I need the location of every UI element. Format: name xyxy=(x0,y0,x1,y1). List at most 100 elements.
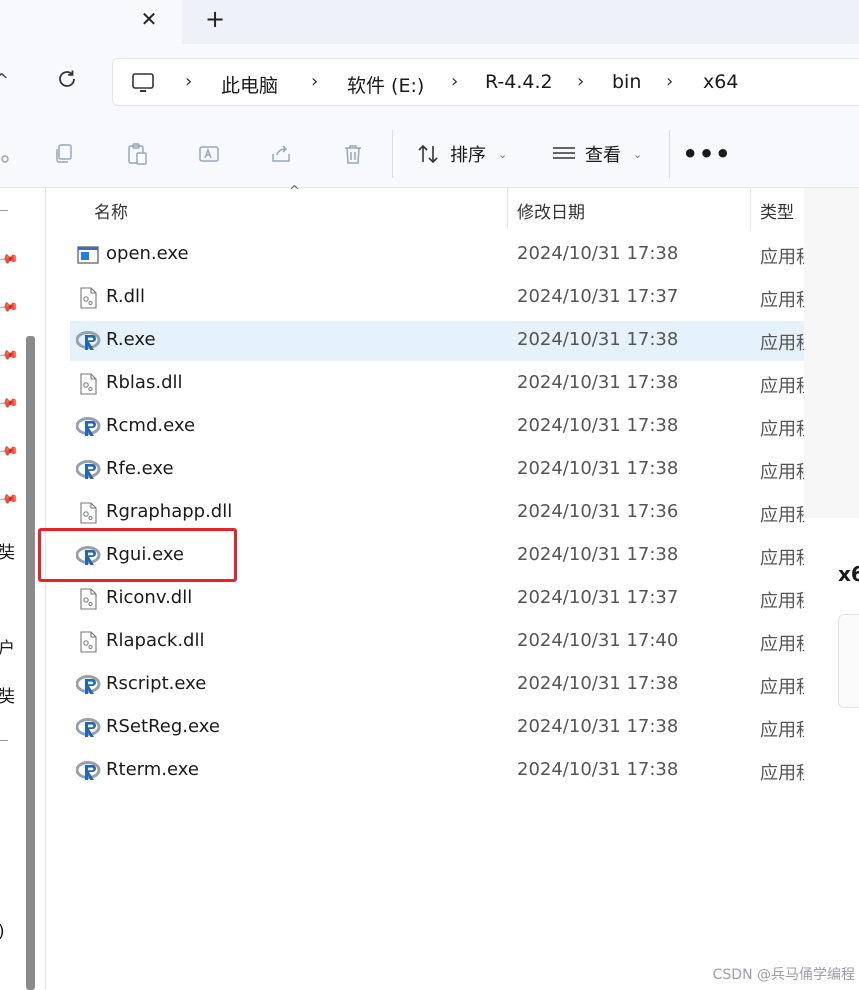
dll-icon xyxy=(76,630,100,654)
sort-button[interactable]: 排序 ⌄ xyxy=(416,138,507,170)
pin-icon: 📌 xyxy=(0,392,20,415)
breadcrumb-x64[interactable]: x64 xyxy=(703,71,738,93)
details-pane-background xyxy=(804,188,859,518)
r-logo-icon xyxy=(75,329,101,353)
watermark: CSDN @兵马俑学编程 xyxy=(712,967,855,983)
new-tab-icon[interactable]: + xyxy=(202,5,228,33)
sort-label: 排序 xyxy=(450,145,486,166)
file-name: Rgraphapp.dll xyxy=(106,501,233,522)
r-logo-icon xyxy=(75,716,101,740)
file-type: 应用程序 xyxy=(760,333,804,354)
file-name: RSetReg.exe xyxy=(106,716,220,737)
file-modified-date: 2024/10/31 17:38 xyxy=(517,759,679,780)
view-label: 查看 xyxy=(585,145,621,166)
file-row[interactable]: open.exe 2024/10/31 17:38 应用程序 xyxy=(70,235,804,275)
dll-icon xyxy=(76,501,100,525)
breadcrumb-this-pc[interactable]: 此电脑 xyxy=(221,71,278,98)
file-name: Riconv.dll xyxy=(106,587,193,608)
file-row[interactable]: Riconv.dll 2024/10/31 17:37 应用程序 xyxy=(70,579,804,619)
cut-icon[interactable] xyxy=(0,140,16,168)
file-modified-date: 2024/10/31 17:37 xyxy=(517,587,679,608)
exe-window-icon xyxy=(76,243,100,267)
file-modified-date: 2024/10/31 17:38 xyxy=(517,673,679,694)
breadcrumb-drive-e[interactable]: 软件 (E:) xyxy=(347,71,424,98)
file-row[interactable]: R.exe 2024/10/31 17:38 应用程序 xyxy=(70,321,804,361)
file-name: R.exe xyxy=(106,329,156,350)
breadcrumb-separator[interactable]: › xyxy=(185,71,192,92)
file-modified-date: 2024/10/31 17:38 xyxy=(517,372,679,393)
column-header-modified[interactable]: 修改日期 xyxy=(517,198,585,240)
paste-icon[interactable] xyxy=(123,140,151,168)
file-type: 应用程序 xyxy=(760,462,804,483)
file-type: 应用程序 xyxy=(760,634,804,655)
close-tab-icon[interactable]: ✕ xyxy=(136,6,162,32)
file-row[interactable]: Rlapack.dll 2024/10/31 17:40 应用程序 xyxy=(70,622,804,662)
breadcrumb-r-folder[interactable]: R-4.4.2 xyxy=(485,71,553,93)
share-icon[interactable] xyxy=(267,140,295,168)
column-divider[interactable] xyxy=(750,188,751,230)
file-type: 应用程序 xyxy=(760,720,804,741)
file-name: Rlapack.dll xyxy=(106,630,205,651)
view-button[interactable]: 查看 ⌄ xyxy=(551,138,642,170)
r-logo-icon xyxy=(75,673,101,697)
refresh-icon[interactable] xyxy=(52,64,82,94)
breadcrumb-bin[interactable]: bin xyxy=(612,71,641,93)
file-type: 应用程序 xyxy=(760,591,804,612)
file-type: 应用程序 xyxy=(760,376,804,397)
file-name: Rblas.dll xyxy=(106,372,183,393)
nav-item-fragment[interactable]: 奘 xyxy=(0,538,15,563)
pin-icon: 📌 xyxy=(0,488,20,511)
nav-scrollbar[interactable] xyxy=(26,336,35,990)
active-tab[interactable]: ✕ xyxy=(0,0,182,44)
navigation-pane: 📌 📌 📌 📌 📌 📌 奘 户 奘 ) xyxy=(0,188,46,990)
sort-icon xyxy=(418,144,438,164)
nav-divider xyxy=(0,740,8,741)
more-options-button[interactable]: ••• xyxy=(682,140,730,168)
file-row[interactable]: Rterm.exe 2024/10/31 17:38 应用程序 xyxy=(70,751,804,791)
pin-icon: 📌 xyxy=(0,248,20,271)
file-modified-date: 2024/10/31 17:40 xyxy=(517,630,679,651)
file-type: 应用程序 xyxy=(760,505,804,526)
file-modified-date: 2024/10/31 17:36 xyxy=(517,501,679,522)
dll-icon xyxy=(76,587,100,611)
file-modified-date: 2024/10/31 17:38 xyxy=(517,329,679,350)
file-row[interactable]: Rcmd.exe 2024/10/31 17:38 应用程序 xyxy=(70,407,804,447)
file-name: Rfe.exe xyxy=(106,458,174,479)
file-row[interactable]: Rblas.dll 2024/10/31 17:38 应用程序 xyxy=(70,364,804,404)
column-divider[interactable] xyxy=(507,188,508,230)
nav-item-fragment[interactable]: 户 xyxy=(0,634,15,659)
column-header-name[interactable]: 名称 xyxy=(94,198,128,240)
rename-icon[interactable] xyxy=(195,140,223,168)
file-type: 应用程序 xyxy=(760,290,804,311)
up-arrow-icon[interactable]: ^ xyxy=(0,70,9,91)
file-row[interactable]: RSetReg.exe 2024/10/31 17:38 应用程序 xyxy=(70,708,804,748)
nav-item-fragment[interactable]: 奘 xyxy=(0,682,15,707)
address-bar[interactable]: › 此电脑 › 软件 (E:) › R-4.4.2 › bin › x64 xyxy=(112,58,859,106)
nav-item-fragment[interactable]: ) xyxy=(0,922,5,942)
this-pc-icon xyxy=(131,71,155,99)
toolbar-divider xyxy=(669,130,670,178)
file-name: R.dll xyxy=(106,286,146,307)
file-modified-date: 2024/10/31 17:38 xyxy=(517,243,679,264)
r-logo-icon xyxy=(75,458,101,482)
delete-icon[interactable] xyxy=(339,140,367,168)
file-type: 应用程序 xyxy=(760,763,804,784)
copy-icon[interactable] xyxy=(50,140,78,168)
breadcrumb-separator[interactable]: › xyxy=(577,71,584,92)
dll-icon xyxy=(76,372,100,396)
file-row[interactable]: R.dll 2024/10/31 17:37 应用程序 xyxy=(70,278,804,318)
file-row[interactable]: Rscript.exe 2024/10/31 17:38 应用程序 xyxy=(70,665,804,705)
file-row[interactable]: Rgraphapp.dll 2024/10/31 17:36 应用程序 xyxy=(70,493,804,533)
breadcrumb-separator[interactable]: › xyxy=(451,71,458,92)
chevron-down-icon: ⌄ xyxy=(498,147,508,161)
pin-icon: 📌 xyxy=(0,440,20,463)
file-type: 应用程序 xyxy=(760,677,804,698)
pin-icon: 📌 xyxy=(0,344,20,367)
column-header-type[interactable]: 类型 xyxy=(760,198,794,240)
breadcrumb-separator[interactable]: › xyxy=(311,71,318,92)
dll-icon xyxy=(76,286,100,310)
file-row[interactable]: Rfe.exe 2024/10/31 17:38 应用程序 xyxy=(70,450,804,490)
file-type: 应用程序 xyxy=(760,247,804,268)
chevron-down-icon: ⌄ xyxy=(633,147,643,161)
breadcrumb-separator[interactable]: › xyxy=(666,71,673,92)
